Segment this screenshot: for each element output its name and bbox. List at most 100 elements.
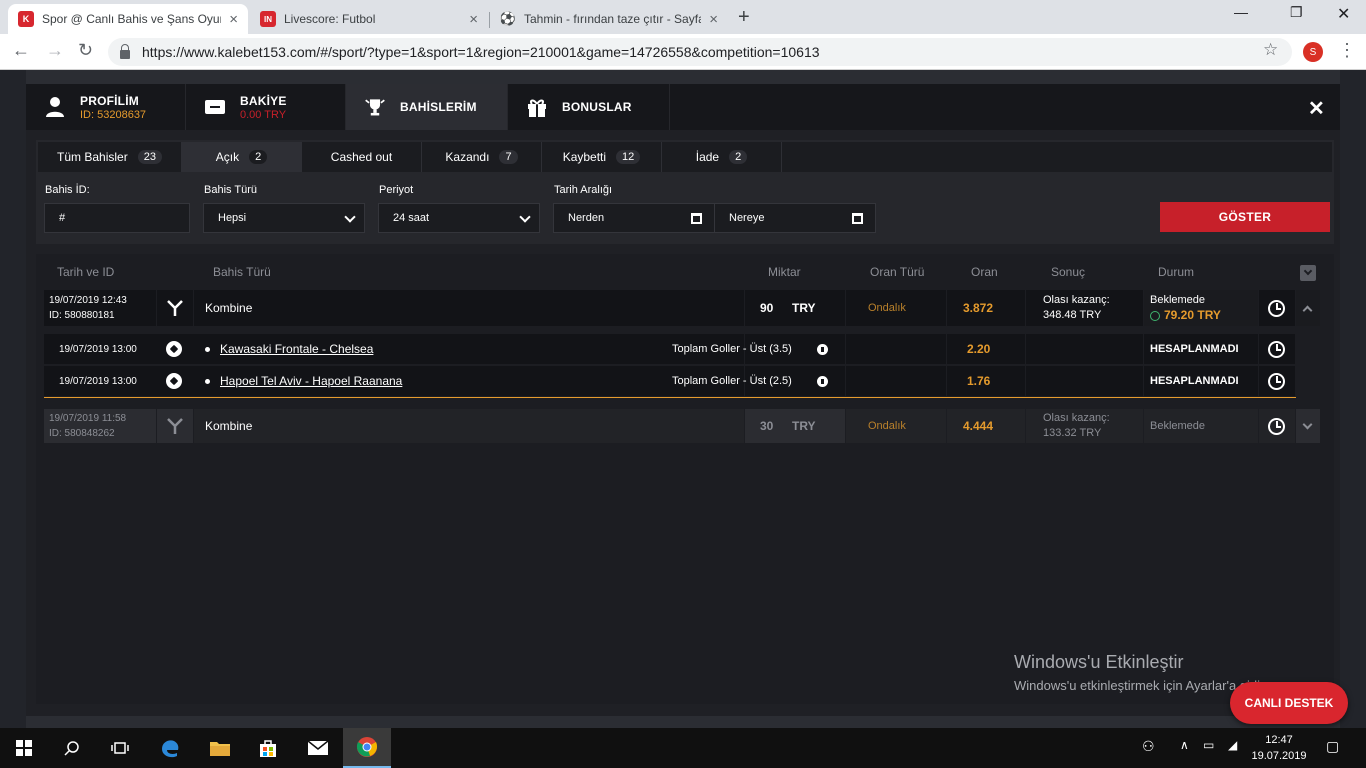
filter-tab-label: Cashed out <box>330 150 393 164</box>
selection-date: 19/07/2019 13:00 <box>59 343 137 355</box>
table-row[interactable]: 19/07/2019 12:43 ID: 580880181 Kombine 9… <box>44 290 1320 326</box>
filter-tab-lost[interactable]: Kaybetti 12 <box>542 142 662 172</box>
start-button[interactable] <box>0 728 48 768</box>
potential-win-currency: TRY <box>1079 427 1102 439</box>
bet-id: ID: 580848262 <box>49 428 115 439</box>
filter-tab-cashed-out[interactable]: Cashed out <box>302 142 422 172</box>
tab-bonuses-label: BONUSLAR <box>562 100 632 114</box>
browser-tab-kalebet[interactable]: K Spor @ Canlı Bahis ve Şans Oyun × <box>8 4 248 34</box>
filter-tab-all[interactable]: Tüm Bahisler 23 <box>38 142 182 172</box>
chevron-up-tray-icon[interactable]: ∧ <box>1180 738 1189 752</box>
collapse-all-icon[interactable] <box>1300 265 1316 281</box>
match-link[interactable]: Hapoel Tel Aviv - Hapoel Raanana <box>220 374 402 388</box>
mail-icon[interactable] <box>294 728 342 768</box>
filter-tab-won[interactable]: Kazandı 7 <box>422 142 542 172</box>
filter-tab-label: Kaybetti <box>562 150 607 164</box>
date-to-input[interactable]: Nereye <box>714 203 876 233</box>
bets-table: Tarih ve ID Bahis Türü Miktar Oran Türü … <box>36 254 1334 704</box>
bet-id-label: Bahis İD: <box>45 184 90 196</box>
bet-id-input[interactable]: # <box>44 203 190 233</box>
task-view-icon[interactable] <box>96 728 144 768</box>
match-link[interactable]: Kawasaki Frontale - Chelsea <box>220 342 373 356</box>
tab-close-icon[interactable]: × <box>469 11 478 28</box>
store-icon[interactable] <box>244 728 292 768</box>
address-bar[interactable]: https://www.kalebet153.com/#/sport/?type… <box>108 38 1292 66</box>
tab-profile[interactable]: PROFİLİM ID: 53208637 <box>26 84 186 130</box>
file-explorer-icon[interactable] <box>196 728 244 768</box>
window-close-icon[interactable]: ✕ <box>1337 4 1350 24</box>
potential-win-label: Olası kazanç: <box>1043 412 1110 424</box>
history-clock-icon[interactable] <box>1268 290 1285 326</box>
filter-tab-label: İade <box>695 150 720 164</box>
filter-tab-count: 12 <box>616 150 641 164</box>
tab-bonuses[interactable]: BONUSLAR <box>508 84 670 130</box>
tab-balance[interactable]: BAKİYE 0.00 TRY <box>186 84 346 130</box>
back-arrow-icon[interactable]: ← <box>12 40 30 61</box>
bet-date-id: 19/07/2019 11:58 ID: 580848262 <box>49 409 126 443</box>
bet-status-text: Beklemede <box>1150 420 1206 432</box>
taskbar-clock[interactable]: 12:47 19.07.2019 <box>1249 732 1309 764</box>
filter-panel: Tüm Bahisler 23 Açık 2 Cashed out Kazand… <box>36 140 1334 244</box>
people-icon[interactable]: ⚇ <box>1142 738 1155 755</box>
filter-tab-refund[interactable]: İade 2 <box>662 142 782 172</box>
forward-arrow-icon[interactable]: → <box>46 40 64 61</box>
date-from-value: Nerden <box>568 212 605 224</box>
date-from-input[interactable]: Nerden <box>553 203 715 233</box>
bookmark-star-icon[interactable]: ☆ <box>1263 40 1278 60</box>
chrome-taskbar-icon[interactable] <box>343 728 391 768</box>
tab-close-icon[interactable]: × <box>229 11 238 28</box>
browser-tab-livescore[interactable]: IN Livescore: Futbol × <box>250 4 488 34</box>
new-tab-icon[interactable]: + <box>738 6 750 29</box>
wifi-icon[interactable]: ◢ <box>1228 738 1237 752</box>
selection-match[interactable]: Hapoel Tel Aviv - Hapoel Raanana <box>205 366 402 396</box>
chevron-down-icon[interactable] <box>1302 409 1313 443</box>
tab-close-icon[interactable]: × <box>709 11 718 28</box>
browser-tab-title: Tahmin - fırından taze çıtır - Sayfa <box>524 12 702 26</box>
notification-icon[interactable]: ▢ <box>1326 738 1339 755</box>
history-clock-icon[interactable] <box>1268 409 1285 443</box>
browser-tab-title: Spor @ Canlı Bahis ve Şans Oyun <box>42 12 222 26</box>
restore-icon[interactable]: ❐ <box>1290 4 1303 21</box>
selection-match[interactable]: Kawasaki Frontale - Chelsea <box>205 334 373 364</box>
live-support-button[interactable]: CANLI DESTEK <box>1230 682 1348 724</box>
browser-tab-tahmin[interactable]: ⚽ Tahmin - fırından taze çıtır - Sayfa × <box>490 4 728 34</box>
filter-tab-label: Tüm Bahisler <box>57 150 128 164</box>
clock-date: 19.07.2019 <box>1251 750 1307 762</box>
table-row[interactable]: 19/07/2019 11:58 ID: 580848262 Kombine 3… <box>44 409 1320 443</box>
period-select[interactable]: 24 saat <box>378 203 540 233</box>
search-icon[interactable] <box>48 728 96 768</box>
soccer-ball-icon <box>166 334 182 364</box>
calendar-icon <box>691 213 702 224</box>
edge-browser-icon[interactable] <box>146 728 194 768</box>
profile-avatar[interactable]: S <box>1303 42 1323 62</box>
cashout-button[interactable]: 79.20 TRY <box>1150 308 1221 323</box>
calendar-icon <box>852 213 863 224</box>
show-button[interactable]: GÖSTER <box>1160 202 1330 232</box>
tab-my-bets[interactable]: BAHİSLERİM <box>346 84 508 130</box>
modal-close-icon[interactable]: ✕ <box>1308 96 1325 121</box>
windows-taskbar: ⚇ ∧ ▭ ◢ 12:47 19.07.2019 ▢ <box>0 728 1366 768</box>
filter-tab-open[interactable]: Açık 2 <box>182 142 302 172</box>
tab-profile-label: PROFİLİM <box>80 93 139 108</box>
history-clock-icon[interactable] <box>1268 366 1285 396</box>
reload-icon[interactable]: ↻ <box>78 40 93 61</box>
bet-id-value: # <box>59 212 66 224</box>
bet-type-select[interactable]: Hepsi <box>203 203 365 233</box>
selection-market: Toplam Goller - Üst (2.5) <box>672 375 792 387</box>
info-icon[interactable] <box>817 366 828 396</box>
period-label: Periyot <box>379 184 414 196</box>
history-clock-icon[interactable] <box>1268 334 1285 364</box>
browser-toolbar: ← → ↻ https://www.kalebet153.com/#/sport… <box>0 34 1366 70</box>
info-icon[interactable] <box>817 334 828 364</box>
col-bet-type: Bahis Türü <box>213 265 271 279</box>
minimize-icon[interactable]: — <box>1234 4 1248 20</box>
chevron-down-icon <box>344 211 356 223</box>
bet-odds: 4.444 <box>963 419 994 433</box>
battery-icon[interactable]: ▭ <box>1203 738 1214 752</box>
browser-tab-strip: K Spor @ Canlı Bahis ve Şans Oyun × IN L… <box>0 0 1366 34</box>
browser-tab-title: Livescore: Futbol <box>284 12 376 26</box>
trophy-icon <box>364 96 386 118</box>
chevron-up-icon[interactable] <box>1302 290 1313 326</box>
soccer-ball-icon <box>166 366 182 396</box>
menu-kebab-icon[interactable]: ⋮ <box>1338 40 1356 61</box>
